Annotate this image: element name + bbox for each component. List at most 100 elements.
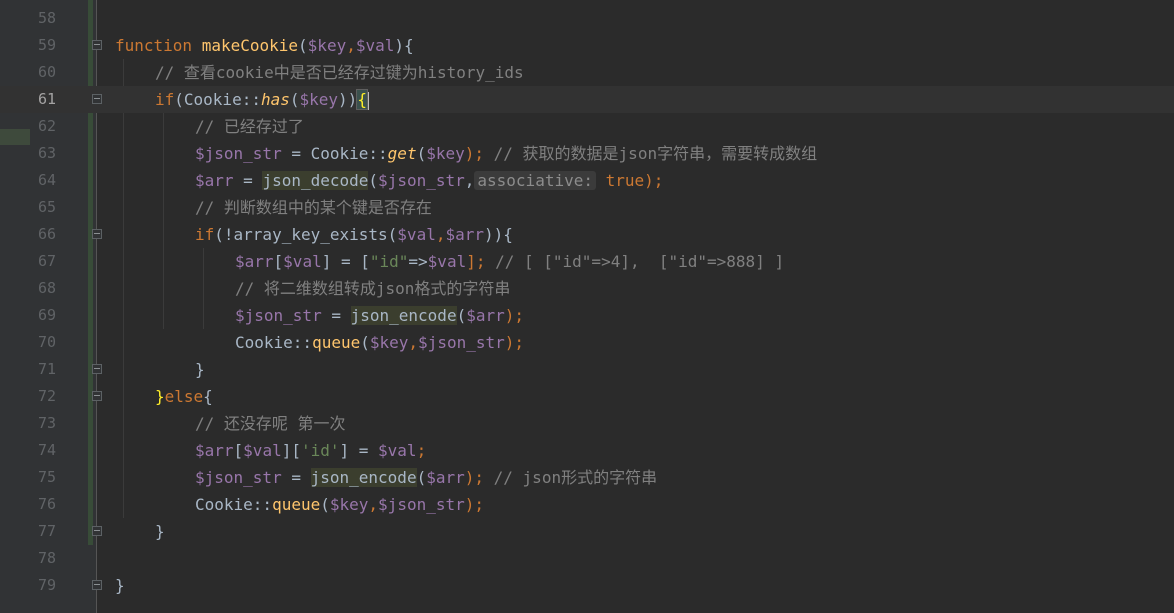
code-text: } (115, 572, 125, 599)
code-text: $json_str = json_encode($arr); (235, 302, 524, 329)
code-token: // 判断数组中的某个键是否存在 (195, 198, 432, 217)
code-token: ] = (339, 441, 379, 460)
code-line[interactable]: 77} (0, 518, 1174, 545)
code-text: } (195, 356, 205, 383)
code-token: [ (273, 252, 284, 271)
code-token: $json_str (235, 306, 322, 325)
line-number: 78 (37, 549, 56, 567)
code-line[interactable]: 74 $arr[$val]['id'] = $val; (0, 437, 1174, 464)
code-token: ){ (394, 36, 414, 55)
code-token: // [ ["id"=>4], ["id"=>888] ] (485, 252, 785, 271)
line-number: 77 (37, 522, 56, 540)
code-token: ( (456, 306, 467, 325)
code-line[interactable]: 63 $json_str = Cookie::get($key); // 获取的数… (0, 140, 1174, 167)
code-token: $val (427, 252, 467, 271)
code-token: queue (272, 495, 321, 514)
code-token: } (155, 387, 165, 406)
code-token: // json形式的字符串 (484, 468, 658, 487)
line-number: 74 (37, 441, 56, 459)
code-token: (Cookie:: (174, 90, 261, 109)
code-token: $val (378, 441, 417, 460)
line-number: 60 (37, 63, 56, 81)
code-line[interactable]: 62 // 已经存过了 (0, 113, 1174, 140)
line-number: 62 (37, 117, 56, 135)
code-token: ] = [ (321, 252, 370, 271)
code-token: ); (464, 144, 485, 163)
code-line[interactable]: 66 if(!array_key_exists($val,$arr)){ (0, 221, 1174, 248)
code-token: Cookie:: (195, 495, 273, 514)
code-token: $arr (195, 171, 234, 190)
code-line[interactable]: 64 $arr = json_decode($json_str, associati… (0, 167, 1174, 194)
line-number: 67 (37, 252, 56, 270)
code-token: queue (312, 333, 361, 352)
code-token: $val (355, 36, 395, 55)
code-line[interactable]: 58 (0, 5, 1174, 32)
code-token: = (281, 468, 311, 487)
code-line[interactable]: 78 (0, 545, 1174, 572)
code-line[interactable]: 79} (0, 572, 1174, 599)
code-token: else (164, 387, 204, 406)
fold-toggle-icon[interactable] (92, 364, 102, 374)
code-token: ); (644, 171, 664, 190)
line-number: 72 (37, 387, 56, 405)
code-token: , (368, 495, 379, 514)
code-token: function (115, 36, 202, 55)
code-line[interactable]: 76 Cookie::queue($key,$json_str); (0, 491, 1174, 518)
code-line[interactable]: 65 // 判断数组中的某个键是否存在 (0, 194, 1174, 221)
code-line[interactable]: 69 $json_str = json_encode($arr); (0, 302, 1174, 329)
code-token: true (605, 171, 645, 190)
code-token: = (233, 171, 263, 190)
code-token: Cookie:: (235, 333, 313, 352)
code-line[interactable]: 61 if(Cookie::has($key)){ (0, 86, 1174, 113)
code-text: if(!array_key_exists($val,$arr)){ (195, 221, 513, 248)
code-line[interactable]: 60 // 查看cookie中是否已经存过键为history_ids (0, 59, 1174, 86)
code-text: // 判断数组中的某个键是否存在 (195, 194, 432, 221)
code-token: $key (307, 36, 347, 55)
code-token: get (387, 144, 417, 163)
code-token: ); (504, 306, 525, 325)
code-token: $key (299, 90, 339, 109)
code-text: } (155, 518, 165, 545)
line-number: 59 (37, 36, 56, 54)
code-text: Cookie::queue($key,$json_str); (195, 491, 484, 518)
code-token: [ (233, 441, 244, 460)
code-token: // 还没存呢 第一次 (195, 414, 346, 433)
code-token: , (346, 36, 356, 55)
code-token: 'id' (300, 441, 340, 460)
code-line[interactable]: 75 $json_str = json_encode($arr); // json… (0, 464, 1174, 491)
code-text: // 还没存呢 第一次 (195, 410, 346, 437)
code-token: )) (338, 90, 358, 109)
code-token: $arr (426, 468, 465, 487)
code-token: , (464, 171, 475, 190)
code-line[interactable]: 71} (0, 356, 1174, 383)
line-number: 70 (37, 333, 56, 351)
fold-toggle-icon[interactable] (92, 580, 102, 590)
code-line[interactable]: 72}else{ (0, 383, 1174, 410)
code-line[interactable]: 73 // 还没存呢 第一次 (0, 410, 1174, 437)
fold-toggle-icon[interactable] (92, 229, 102, 239)
code-text: function makeCookie($key,$val){ (115, 32, 414, 59)
line-number: 76 (37, 495, 56, 513)
code-token: $json_str (195, 144, 282, 163)
code-line[interactable]: 68 // 将二维数组转成json格式的字符串 (0, 275, 1174, 302)
code-token: $json_str (195, 468, 282, 487)
code-token: => (408, 252, 428, 271)
code-token: = (321, 306, 351, 325)
code-token: ; (416, 441, 427, 460)
line-number: 64 (37, 171, 56, 189)
fold-toggle-icon[interactable] (92, 94, 102, 104)
fold-toggle-icon[interactable] (92, 391, 102, 401)
code-token: $arr (235, 252, 274, 271)
line-number: 58 (37, 9, 56, 27)
code-line[interactable]: 59 function makeCookie($key,$val){ (0, 32, 1174, 59)
fold-toggle-icon[interactable] (92, 40, 102, 50)
line-number: 71 (37, 360, 56, 378)
code-token: $arr (195, 441, 234, 460)
code-line[interactable]: 67 $arr[$val] = ["id"=>$val]; // [ ["id"=… (0, 248, 1174, 275)
code-line[interactable]: 70 Cookie::queue($key,$json_str); (0, 329, 1174, 356)
fold-toggle-icon[interactable] (92, 526, 102, 536)
code-text: // 查看cookie中是否已经存过键为history_ids (155, 59, 524, 86)
line-number: 63 (37, 144, 56, 162)
code-token: $val (397, 225, 436, 244)
code-token: { (203, 387, 213, 406)
